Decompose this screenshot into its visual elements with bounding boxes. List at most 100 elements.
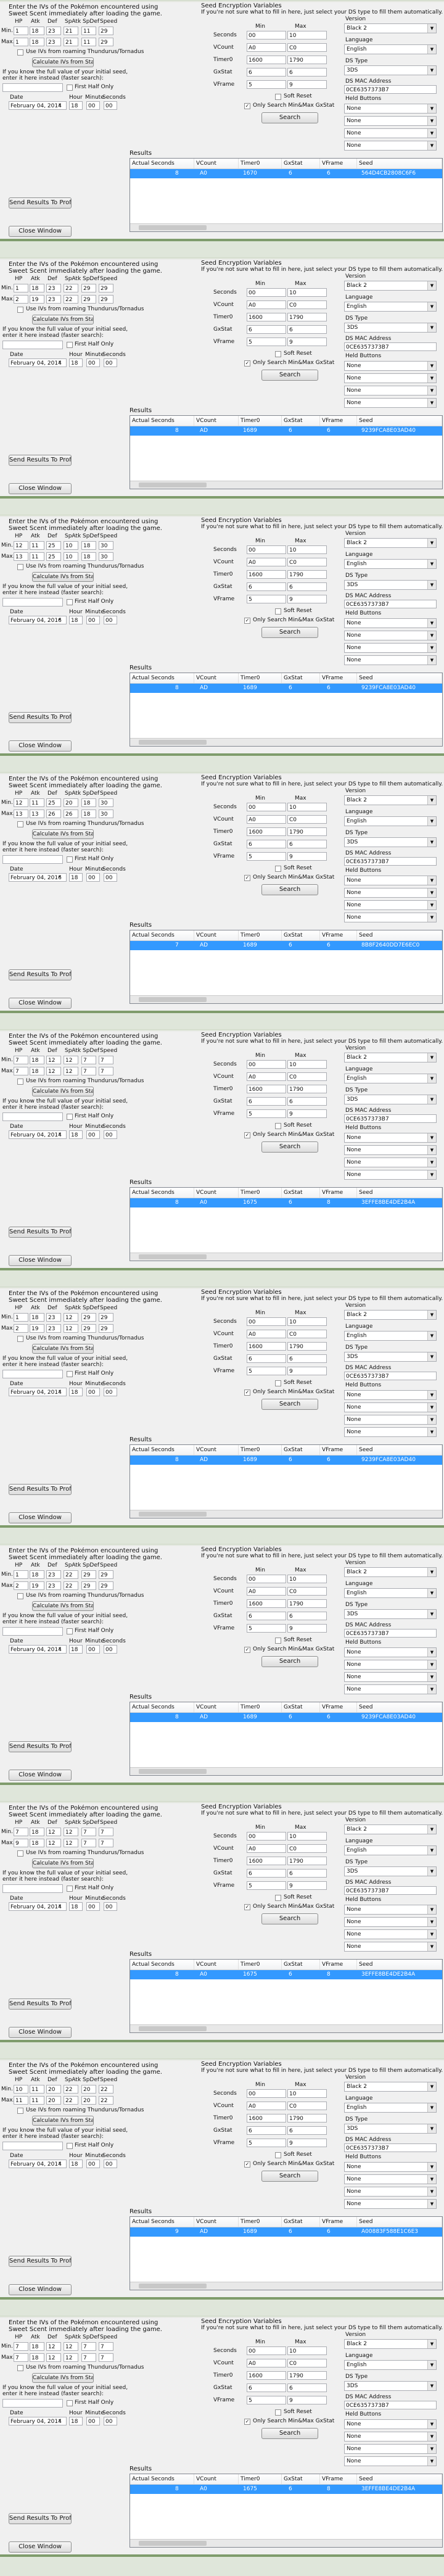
timer0-min-field[interactable]: 1600 — [247, 1085, 286, 1093]
minute-field[interactable]: 00 — [86, 2160, 100, 2168]
min-atk-field[interactable]: 18 — [30, 1570, 44, 1579]
ds-mac-field[interactable]: 0CE6357373B7 — [344, 342, 437, 351]
language-select[interactable]: English ▼ — [344, 1845, 437, 1855]
max-speed-field[interactable]: 30 — [99, 810, 113, 818]
vframe-min-field[interactable]: 5 — [247, 1624, 286, 1633]
column-header-vcount[interactable]: VCount — [194, 2474, 239, 2484]
vframe-max-field[interactable]: 9 — [287, 80, 327, 89]
max-spatk-field[interactable]: 22 — [64, 295, 78, 304]
held-button-select-2[interactable]: None ▼ — [344, 373, 437, 383]
scrollbar-thumb[interactable] — [139, 2026, 207, 2031]
max-spatk-field[interactable]: 22 — [64, 2096, 78, 2105]
column-header-gxstat[interactable]: GxStat — [282, 1702, 320, 1712]
send-to-profile-button[interactable]: Send Results To Profile — [9, 2256, 72, 2267]
only-search-gxstat-checkbox[interactable]: ✓ — [244, 2161, 250, 2168]
vframe-max-field[interactable]: 9 — [287, 1881, 327, 1890]
min-def-field[interactable]: 20 — [46, 2085, 61, 2094]
calendar-dropdown-icon[interactable]: ▾ — [59, 2417, 61, 2423]
seconds-min-field[interactable]: 00 — [247, 2089, 286, 2098]
gxstat-max-field[interactable]: 6 — [287, 2383, 327, 2392]
language-select[interactable]: English ▼ — [344, 816, 437, 826]
held-button-select-4[interactable]: None ▼ — [344, 2456, 437, 2466]
min-hp-field[interactable]: 7 — [14, 2342, 28, 2351]
calendar-dropdown-icon[interactable]: ▾ — [59, 1388, 61, 1394]
held-button-select-1[interactable]: None ▼ — [344, 1905, 437, 1915]
min-spdef-field[interactable]: 18 — [81, 541, 96, 550]
initial-seed-field[interactable] — [2, 598, 63, 607]
timer0-max-field[interactable]: 1790 — [287, 827, 327, 836]
max-atk-field[interactable]: 13 — [30, 810, 44, 818]
held-button-select-3[interactable]: None ▼ — [344, 1415, 437, 1425]
seconds-max-field[interactable]: 10 — [287, 2089, 327, 2098]
search-button[interactable]: Search — [261, 2171, 318, 2182]
min-spdef-field[interactable]: 7 — [81, 1828, 96, 1836]
initial-seed-field[interactable] — [2, 855, 63, 864]
language-select[interactable]: English ▼ — [344, 302, 437, 312]
hour-field[interactable]: 18 — [69, 358, 83, 367]
column-header-timer0[interactable]: Timer0 — [239, 673, 282, 683]
column-header-gxstat[interactable]: GxStat — [282, 1188, 320, 1198]
seconds-max-field[interactable]: 10 — [287, 31, 327, 39]
vframe-min-field[interactable]: 5 — [247, 1881, 286, 1890]
vcount-max-field[interactable]: C0 — [287, 2359, 327, 2367]
close-window-button[interactable]: Close Window — [9, 1255, 72, 1266]
gxstat-min-field[interactable]: 6 — [247, 582, 286, 591]
seconds-min-field[interactable]: 00 — [247, 288, 286, 297]
min-speed-field[interactable]: 29 — [99, 1313, 113, 1322]
scrollbar-thumb[interactable] — [139, 2541, 207, 2546]
max-hp-field[interactable]: 1 — [14, 38, 28, 46]
send-to-profile-button[interactable]: Send Results To Profile — [9, 197, 72, 209]
horizontal-scrollbar[interactable] — [130, 738, 442, 746]
language-select[interactable]: English ▼ — [344, 1074, 437, 1083]
date-picker[interactable]: February 04, 2014 — [9, 1388, 67, 1396]
timer0-max-field[interactable]: 1790 — [287, 56, 327, 64]
table-row[interactable]: 8 A0 1670 6 6 564D4CB2808C6F6 — [130, 169, 442, 178]
use-roaming-ivs-checkbox[interactable] — [17, 2108, 23, 2114]
column-header-vframe[interactable]: VFrame — [320, 1960, 357, 1969]
seconds-max-field[interactable]: 10 — [287, 2346, 327, 2355]
minute-field[interactable]: 00 — [86, 1130, 100, 1139]
seconds-min-field[interactable]: 00 — [247, 545, 286, 554]
seconds-field[interactable]: 00 — [104, 873, 117, 882]
column-header-vframe[interactable]: VFrame — [320, 673, 357, 683]
min-spdef-field[interactable]: 18 — [81, 798, 96, 807]
max-hp-field[interactable]: 2 — [14, 1581, 28, 1590]
column-header-seed[interactable]: Seed — [357, 2474, 442, 2484]
version-select[interactable]: Black 2 ▼ — [344, 281, 437, 291]
max-spatk-field[interactable]: 22 — [64, 1581, 78, 1590]
min-spatk-field[interactable]: 12 — [64, 1056, 78, 1064]
gxstat-min-field[interactable]: 6 — [247, 1354, 286, 1363]
held-button-select-3[interactable]: None ▼ — [344, 2187, 437, 2197]
ds-type-select[interactable]: 3DS ▼ — [344, 1866, 437, 1876]
vframe-max-field[interactable]: 9 — [287, 1367, 327, 1375]
minute-field[interactable]: 00 — [86, 358, 100, 367]
held-button-select-4[interactable]: None ▼ — [344, 141, 437, 151]
column-header-vcount[interactable]: VCount — [194, 2217, 239, 2227]
held-button-select-1[interactable]: None ▼ — [344, 2162, 437, 2172]
column-header-vcount[interactable]: VCount — [194, 1445, 239, 1455]
calendar-dropdown-icon[interactable]: ▾ — [59, 2160, 61, 2166]
vcount-min-field[interactable]: A0 — [247, 2359, 286, 2367]
results-table[interactable]: Actual Seconds VCount Timer0 GxStat VFrame Se… — [130, 2216, 443, 2290]
search-button[interactable]: Search — [261, 884, 318, 895]
horizontal-scrollbar[interactable] — [130, 2539, 442, 2547]
vcount-min-field[interactable]: A0 — [247, 43, 286, 52]
only-search-gxstat-checkbox[interactable]: ✓ — [244, 1904, 250, 1910]
held-button-select-3[interactable]: None ▼ — [344, 1158, 437, 1167]
vframe-min-field[interactable]: 5 — [247, 2139, 286, 2147]
ds-type-select[interactable]: 3DS ▼ — [344, 65, 437, 75]
soft-reset-checkbox[interactable] — [275, 351, 281, 357]
timer0-min-field[interactable]: 1600 — [247, 2371, 286, 2380]
version-select[interactable]: Black 2 ▼ — [344, 1310, 437, 1320]
send-to-profile-button[interactable]: Send Results To Profile — [9, 2513, 72, 2524]
max-def-field[interactable]: 23 — [46, 295, 61, 304]
held-button-select-4[interactable]: None ▼ — [344, 1942, 437, 1952]
horizontal-scrollbar[interactable] — [130, 1510, 442, 1518]
column-header-vcount[interactable]: VCount — [194, 1960, 239, 1969]
use-roaming-ivs-checkbox[interactable] — [17, 49, 23, 56]
search-button[interactable]: Search — [261, 1656, 318, 1667]
send-to-profile-button[interactable]: Send Results To Profile — [9, 455, 72, 466]
vcount-max-field[interactable]: C0 — [287, 300, 327, 309]
soft-reset-checkbox[interactable] — [275, 2152, 281, 2158]
vcount-min-field[interactable]: A0 — [247, 1844, 286, 1853]
